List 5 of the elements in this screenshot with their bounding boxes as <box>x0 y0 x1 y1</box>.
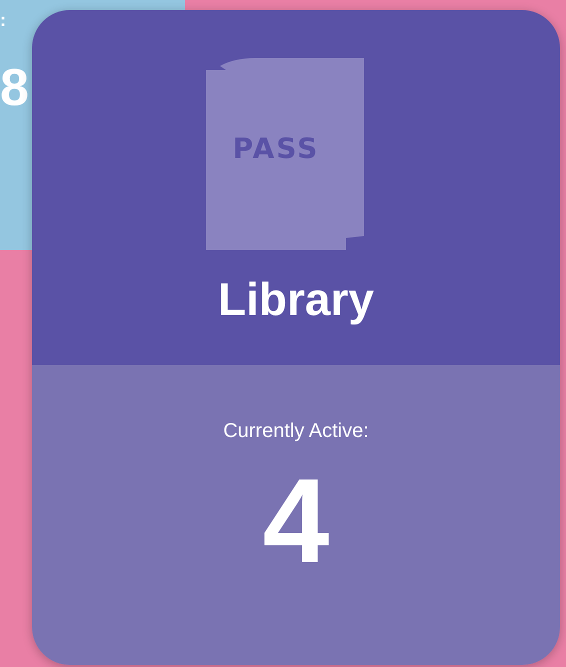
card-subtitle: Currently Active: <box>223 420 369 443</box>
tile-label: : <box>0 10 6 31</box>
active-count: 4 <box>262 461 330 581</box>
tile-count: 8 <box>0 62 29 114</box>
card-title: Library <box>218 272 374 326</box>
